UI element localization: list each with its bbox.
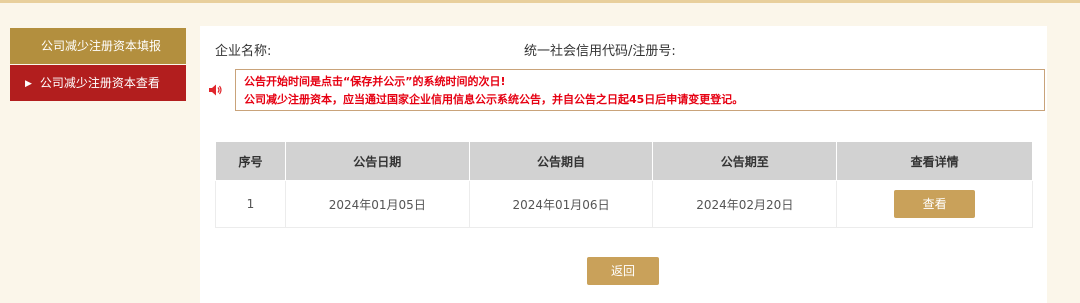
cell-period-from: 2024年01月06日 — [468, 180, 654, 228]
cell-period-to: 2024年02月20日 — [652, 180, 838, 228]
view-button[interactable]: 查看 — [894, 190, 976, 218]
announcement-table: 序号 公告日期 公告期自 公告期至 查看详情 1 2024年01月05日 202… — [215, 141, 1033, 228]
notice-line: 公告开始时间是点击“保存并公示”的系统时间的次日! — [244, 75, 506, 88]
notice-line: 公司减少注册资本，应当通过国家企业信用信息公示系统公告，并自公告之日起45日后申… — [244, 93, 744, 106]
cell-action: 查看 — [836, 180, 1033, 228]
cell-index: 1 — [215, 180, 286, 228]
company-name-label: 企业名称: — [215, 44, 272, 59]
column-header-details: 查看详情 — [836, 141, 1033, 181]
table-row: 1 2024年01月05日 2024年01月06日 2024年02月20日 查看 — [215, 180, 1033, 228]
sidebar-item-view-report[interactable]: ▶ 公司减少注册资本查看 — [10, 65, 186, 101]
sidebar-item-fill-report[interactable]: 公司减少注册资本填报 — [10, 28, 186, 64]
sidebar-item-label: 公司减少注册资本填报 — [41, 39, 162, 53]
top-border — [0, 0, 1080, 3]
notice-box: 公告开始时间是点击“保存并公示”的系统时间的次日! 公司减少注册资本，应当通过国… — [235, 69, 1045, 111]
back-button[interactable]: 返回 — [587, 257, 659, 285]
column-header-index: 序号 — [215, 141, 286, 181]
table-header-row: 序号 公告日期 公告期自 公告期至 查看详情 — [215, 141, 1033, 181]
credit-code-label: 统一社会信用代码/注册号: — [524, 44, 676, 59]
speaker-icon — [209, 84, 222, 96]
sidebar-item-label: 公司减少注册资本查看 — [39, 76, 160, 90]
column-header-announce-date: 公告日期 — [284, 141, 470, 181]
triangle-right-icon: ▶ — [25, 79, 32, 89]
cell-announce-date: 2024年01月05日 — [284, 180, 470, 228]
column-header-period-from: 公告期自 — [468, 141, 654, 181]
column-header-period-to: 公告期至 — [652, 141, 838, 181]
main-panel: 企业名称: 统一社会信用代码/注册号: 公告开始时间是点击“保存并公示”的系统时… — [200, 26, 1047, 303]
sidebar: 公司减少注册资本填报 ▶ 公司减少注册资本查看 — [10, 28, 186, 101]
